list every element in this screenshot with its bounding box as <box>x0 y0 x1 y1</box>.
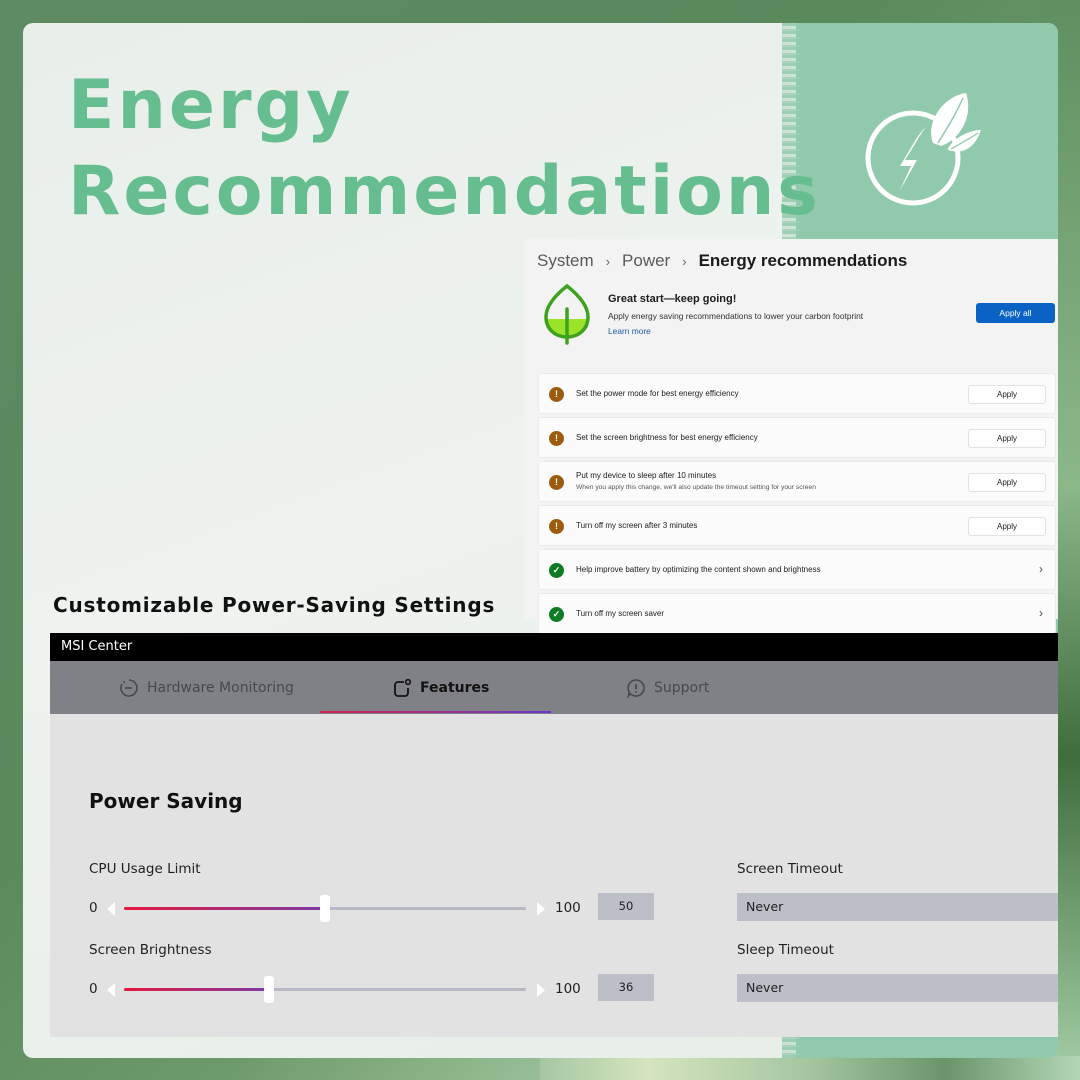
recommendation-item[interactable]: ! Set the screen brightness for best ene… <box>538 417 1056 458</box>
tab-bar: Hardware Monitoring Features Support <box>50 661 1058 714</box>
recommendation-text: Turn off my screen saver <box>576 609 665 618</box>
recommendation-item[interactable]: ✓ Help improve battery by optimizing the… <box>538 549 1056 590</box>
leaf-icon <box>544 283 590 345</box>
slider-value-input[interactable]: 50 <box>598 893 654 920</box>
checkmark-icon: ✓ <box>549 563 564 578</box>
promo-card: Energy Recommendations System › Power › … <box>23 23 1058 1058</box>
tab-label: Support <box>654 679 710 696</box>
recommendation-text: Help improve battery by optimizing the c… <box>576 565 821 574</box>
headline: Energy Recommendations <box>68 63 821 235</box>
warning-icon: ! <box>549 519 564 534</box>
slider-thumb[interactable] <box>320 895 330 922</box>
slider-min-label: 0 <box>89 981 98 997</box>
screen-timeout-select[interactable]: Never <box>737 893 1058 921</box>
decrease-arrow-icon[interactable] <box>107 983 115 997</box>
msi-center-window: MSI Center Hardware Monitoring Features <box>50 633 1058 1037</box>
screen-timeout-label: Screen Timeout <box>737 861 843 877</box>
breadcrumb-power[interactable]: Power <box>622 251 670 271</box>
headline-line-2: Recommendations <box>68 152 821 231</box>
decrease-arrow-icon[interactable] <box>107 902 115 916</box>
recommendation-text: Set the screen brightness for best energ… <box>576 433 758 442</box>
apply-button[interactable]: Apply <box>968 473 1046 492</box>
recommendation-text: Turn off my screen after 3 minutes <box>576 521 698 530</box>
slider-min-label: 0 <box>89 900 98 916</box>
learn-more-link[interactable]: Learn more <box>608 326 651 336</box>
recommendation-subtext: When you apply this change, we'll also u… <box>576 484 816 491</box>
recommendation-item[interactable]: ! Put my device to sleep after 10 minute… <box>538 461 1056 502</box>
cpu-usage-limit-label: CPU Usage Limit <box>89 861 201 877</box>
slider-fill <box>124 907 325 910</box>
hero-subtitle: Apply energy saving recommendations to l… <box>608 311 864 321</box>
window-title: MSI Center <box>50 633 1058 661</box>
warning-icon: ! <box>549 431 564 446</box>
breadcrumb-chevron-icon: › <box>605 253 611 269</box>
breadcrumb-current: Energy recommendations <box>698 251 908 270</box>
slider-max-label: 100 <box>555 981 581 997</box>
breadcrumb: System › Power › Energy recommendations <box>537 251 907 271</box>
cpu-usage-limit-slider: 0 100 50 <box>89 893 659 923</box>
apply-button[interactable]: Apply <box>968 517 1046 536</box>
recommendation-item[interactable]: ! Set the power mode for best energy eff… <box>538 373 1056 414</box>
screen-brightness-label: Screen Brightness <box>89 942 212 958</box>
eco-lightning-leaf-icon <box>865 93 981 206</box>
warning-icon: ! <box>549 387 564 402</box>
tab-hardware-monitoring[interactable]: Hardware Monitoring <box>119 661 294 714</box>
increase-arrow-icon[interactable] <box>537 902 545 916</box>
recommendations-hero: Great start—keep going! Apply energy sav… <box>524 281 1058 351</box>
breadcrumb-system[interactable]: System <box>537 251 594 271</box>
recommendation-item[interactable]: ✓ Turn off my screen saver › <box>538 593 1056 634</box>
headline-line-1: Energy <box>68 66 354 145</box>
background-blur-bottom <box>540 1056 1080 1080</box>
support-icon <box>627 678 645 698</box>
slider-track[interactable] <box>124 895 526 922</box>
recommendation-text: Put my device to sleep after 10 minutes <box>576 471 717 480</box>
recommendation-item[interactable]: ! Turn off my screen after 3 minutes App… <box>538 505 1056 546</box>
gauge-icon <box>120 678 138 697</box>
sleep-timeout-select[interactable]: Never <box>737 974 1058 1002</box>
tab-label: Features <box>420 679 490 696</box>
slider-value-input[interactable]: 36 <box>598 974 654 1001</box>
breadcrumb-chevron-icon: › <box>682 253 687 269</box>
active-tab-indicator <box>320 711 551 713</box>
slider-fill <box>124 988 269 991</box>
slider-track[interactable] <box>124 976 526 1003</box>
recommendation-text: Set the power mode for best energy effic… <box>576 389 739 398</box>
warning-icon: ! <box>549 475 564 490</box>
section-title: Customizable Power-Saving Settings <box>53 593 496 617</box>
chevron-right-icon[interactable]: › <box>1039 606 1043 620</box>
sleep-timeout-label: Sleep Timeout <box>737 942 834 958</box>
tab-label: Hardware Monitoring <box>147 679 294 696</box>
energy-recommendations-panel: System › Power › Energy recommendations … <box>524 239 1058 634</box>
apply-button[interactable]: Apply <box>968 429 1046 448</box>
slider-thumb[interactable] <box>263 976 274 1003</box>
checkmark-icon: ✓ <box>549 607 564 622</box>
apply-button[interactable]: Apply <box>968 385 1046 404</box>
tab-features[interactable]: Features <box>392 661 489 714</box>
screen-brightness-slider: 0 100 36 <box>89 974 659 1004</box>
recommendation-list: ! Set the power mode for best energy eff… <box>538 373 1056 637</box>
power-saving-heading: Power Saving <box>89 789 243 813</box>
features-icon <box>394 678 412 697</box>
apply-all-button[interactable]: Apply all <box>976 303 1055 323</box>
chevron-right-icon[interactable]: › <box>1039 562 1043 576</box>
hero-title: Great start—keep going! <box>608 293 737 305</box>
tab-support[interactable]: Support <box>626 661 709 714</box>
slider-max-label: 100 <box>555 900 581 916</box>
increase-arrow-icon[interactable] <box>537 983 545 997</box>
